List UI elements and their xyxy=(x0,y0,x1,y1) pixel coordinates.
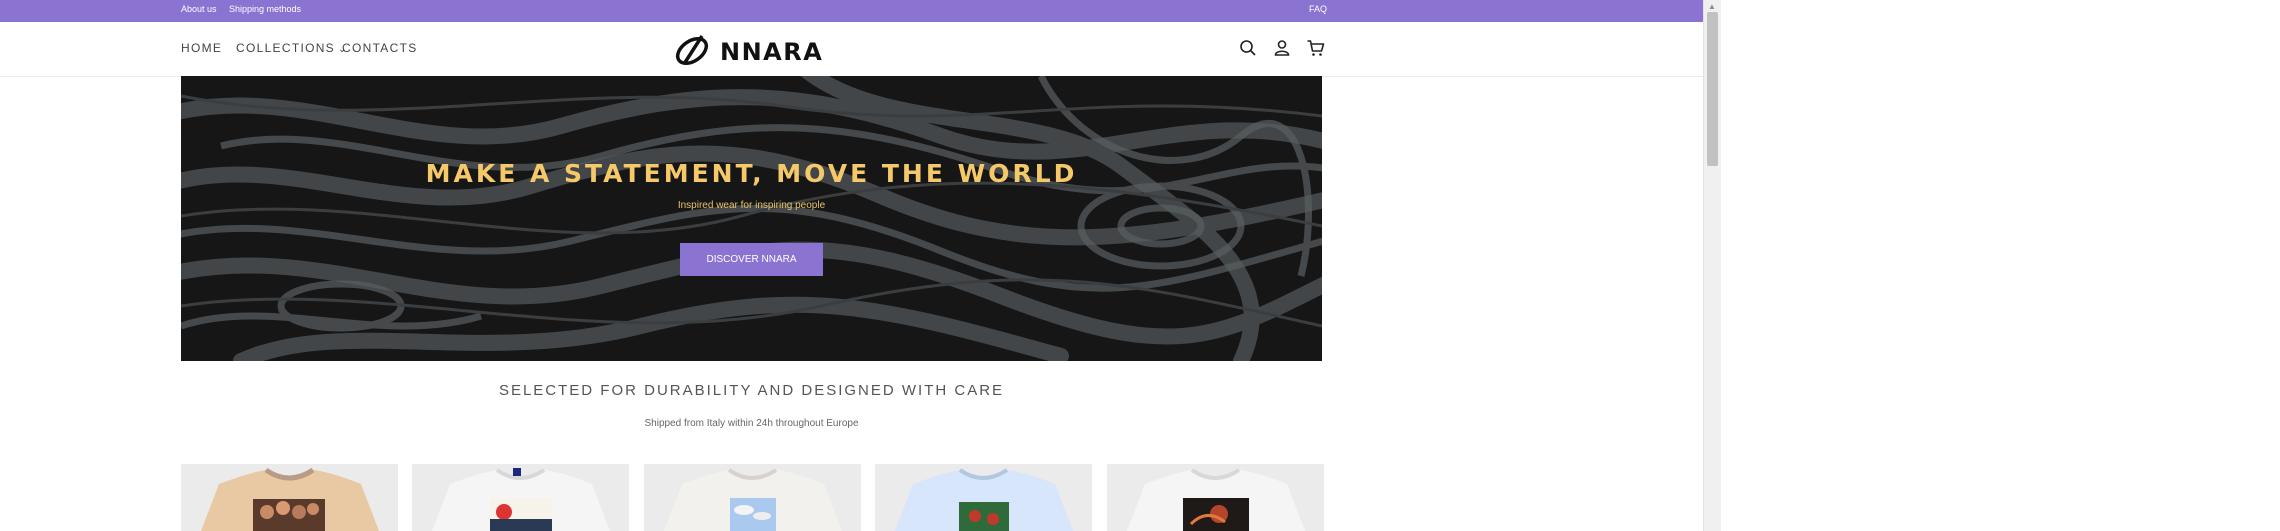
nav-collections-label: COLLECTIONS xyxy=(236,41,335,55)
scroll-up-arrow-icon[interactable]: ▲ xyxy=(1708,2,1716,11)
product-card[interactable] xyxy=(181,464,398,531)
discover-button[interactable]: DISCOVER NNARA xyxy=(680,243,823,276)
hero-banner: MAKE A STATEMENT, MOVE THE WORLD Inspire… xyxy=(181,76,1322,361)
product-image xyxy=(201,467,379,531)
product-image xyxy=(432,468,610,531)
account-icon[interactable] xyxy=(1272,38,1292,58)
page: About us Shipping methods FAQ HOME COLLE… xyxy=(0,0,1703,531)
hero-marble-background xyxy=(181,76,1322,361)
site-header: HOME COLLECTIONS ⌄ CONTACTS NNARA xyxy=(0,22,1703,77)
product-image xyxy=(895,468,1073,531)
product-card[interactable] xyxy=(1107,464,1324,531)
faq-link[interactable]: FAQ xyxy=(1309,4,1327,14)
product-image xyxy=(1127,468,1305,531)
scrollbar-thumb[interactable] xyxy=(1707,12,1718,166)
logo-text: NNARA xyxy=(720,38,824,66)
section-title: SELECTED FOR DURABILITY AND DESIGNED WIT… xyxy=(498,382,1005,399)
product-card[interactable] xyxy=(875,464,1092,531)
about-link[interactable]: About us xyxy=(181,4,217,14)
product-card[interactable] xyxy=(644,464,861,531)
page-scrollbar[interactable]: ▲ xyxy=(1703,0,1721,531)
announcement-bar: About us Shipping methods FAQ xyxy=(0,0,1703,22)
site-logo[interactable]: NNARA xyxy=(672,30,832,70)
section-subtitle: Shipped from Italy within 24h throughout… xyxy=(644,418,859,429)
nav-contacts[interactable]: CONTACTS xyxy=(342,41,418,55)
nav-home[interactable]: HOME xyxy=(181,41,222,55)
search-icon[interactable] xyxy=(1238,38,1258,58)
hero-subtitle: Inspired wear for inspiring people xyxy=(677,200,826,211)
product-image xyxy=(664,468,842,531)
cart-icon[interactable] xyxy=(1306,38,1326,58)
nav-collections[interactable]: COLLECTIONS ⌄ xyxy=(236,41,348,55)
hero-title: MAKE A STATEMENT, MOVE THE WORLD xyxy=(425,159,1078,188)
product-card[interactable] xyxy=(412,464,629,531)
logo-mark-icon xyxy=(675,35,709,66)
shipping-methods-link[interactable]: Shipping methods xyxy=(229,4,301,14)
